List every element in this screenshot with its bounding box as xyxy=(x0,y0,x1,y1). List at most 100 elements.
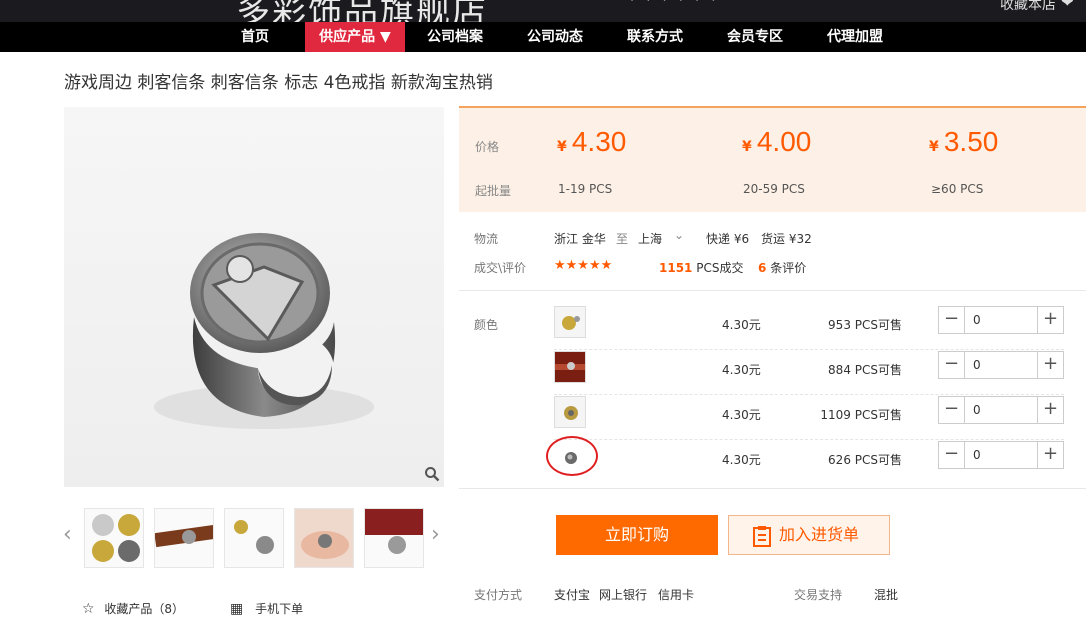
variant-row: 4.30元 1109 PCS可售 − 0 + xyxy=(554,396,1064,440)
shop-name: 多彩饰品旗舰店 xyxy=(236,0,488,22)
currency-symbol: ¥ xyxy=(742,139,752,155)
trade-support-value: 混批 xyxy=(874,588,899,602)
variant-stock: 626 PCS可售 xyxy=(828,453,902,467)
thumbnail-1-image xyxy=(92,514,140,562)
add-to-cart-label: 加入进货单 xyxy=(779,525,860,544)
nav-company-profile[interactable]: 公司档案 xyxy=(420,22,490,52)
rating-stars: ★★★★★ xyxy=(554,258,613,273)
quantity-input[interactable]: 0 xyxy=(973,313,981,327)
thumbnail-prev-arrow[interactable]: ‹ xyxy=(63,522,72,547)
increase-button[interactable]: + xyxy=(1037,442,1063,468)
ring-illustration xyxy=(154,233,374,429)
variant-stock: 884 PCS可售 xyxy=(828,363,902,377)
nav-company-news[interactable]: 公司动态 xyxy=(520,22,590,52)
favorite-shop-link[interactable]: 收藏本店 xyxy=(1000,0,1056,14)
deals-count: 1151 xyxy=(659,261,693,275)
decrease-button[interactable]: − xyxy=(939,397,965,423)
payment-method-alipay: 支付宝 xyxy=(554,588,591,602)
banner-decoration: · · · · · · xyxy=(630,0,720,9)
mobile-order-label: 手机下单 xyxy=(255,602,304,616)
variant-thumbnail[interactable] xyxy=(554,306,586,338)
chevron-down-icon[interactable]: ⌄ xyxy=(674,228,684,242)
variant-row: 4.30元 884 PCS可售 − 0 + xyxy=(554,351,1064,395)
payment-label: 支付方式 xyxy=(474,588,523,602)
quantity-input[interactable]: 0 xyxy=(973,403,981,417)
variant-thumbnail[interactable] xyxy=(554,351,586,383)
nav-products[interactable]: 供应产品 ▼ xyxy=(305,22,405,52)
reviews-suffix: 条评价 xyxy=(770,261,807,275)
variant-thumbnail[interactable] xyxy=(554,396,586,428)
payment-method-bank: 网上银行 xyxy=(599,588,648,602)
thumbnail-5[interactable] xyxy=(364,508,424,568)
nav-home[interactable]: 首页 xyxy=(222,22,288,52)
price-label: 价格 xyxy=(475,140,500,154)
variant-stock: 1109 PCS可售 xyxy=(820,408,902,422)
color-label: 颜色 xyxy=(474,318,499,332)
variant-price: 4.30元 xyxy=(722,318,761,332)
variant-price: 4.30元 xyxy=(722,408,761,422)
section-divider xyxy=(459,290,1086,291)
thumbnail-2-image xyxy=(155,524,213,548)
zoom-icon[interactable] xyxy=(424,466,440,482)
quantity-input[interactable]: 0 xyxy=(973,358,981,372)
heart-icon[interactable]: ❤ xyxy=(1061,0,1074,11)
variant-2-image xyxy=(555,352,585,382)
thumbnail-3-image xyxy=(234,520,274,554)
thumbnail-1[interactable] xyxy=(84,508,144,568)
add-to-cart-button[interactable]: 加入进货单 xyxy=(728,515,890,555)
highlight-circle-annotation xyxy=(546,436,598,476)
price-box: 价格 起批量 ¥ 4.30 1-19 PCS ¥ 4.00 20-59 PCS … xyxy=(459,106,1086,212)
qr-code-icon: ▦ xyxy=(230,601,244,617)
section-divider xyxy=(459,488,1086,489)
logistics-destination-select[interactable]: 上海 xyxy=(638,230,662,247)
nav-members[interactable]: 会员专区 xyxy=(720,22,790,52)
tier-price: 4.30 xyxy=(571,126,627,157)
variant-stock: 953 PCS可售 xyxy=(828,318,902,332)
thumbnail-4[interactable] xyxy=(294,508,354,568)
freight-fee: 货运 ¥32 xyxy=(761,232,812,246)
logistics-to-word: 至 xyxy=(616,232,629,246)
tier-price: 4.00 xyxy=(756,126,812,157)
deals-count-suffix: PCS成交 xyxy=(696,261,744,275)
tier-range: 1-19 PCS xyxy=(558,182,613,196)
reviews-line[interactable]: 6 条评价 xyxy=(758,259,806,276)
variant-1-image xyxy=(555,307,585,337)
mobile-order-link[interactable]: ▦ 手机下单 xyxy=(230,600,303,617)
payment-method-credit: 信用卡 xyxy=(658,588,695,602)
currency-symbol: ¥ xyxy=(557,139,567,155)
nav-contact[interactable]: 联系方式 xyxy=(620,22,690,52)
thumbnail-next-arrow[interactable]: › xyxy=(431,522,440,547)
decrease-button[interactable]: − xyxy=(939,442,965,468)
favorite-product-link[interactable]: ☆ 收藏产品（8） xyxy=(82,600,184,617)
price-tier-3: ¥ 3.50 xyxy=(929,126,998,158)
product-main-image[interactable] xyxy=(64,107,444,487)
quantity-input[interactable]: 0 xyxy=(973,448,981,462)
nav-agent[interactable]: 代理加盟 xyxy=(820,22,890,52)
decrease-button[interactable]: − xyxy=(939,307,965,333)
variant-row: 4.30元 626 PCS可售 − 0 + xyxy=(554,441,1064,485)
favorite-product-label: 收藏产品（8） xyxy=(104,602,185,616)
price-tier-2: ¥ 4.00 xyxy=(742,126,811,158)
increase-button[interactable]: + xyxy=(1037,352,1063,378)
shop-banner: 多彩饰品旗舰店 · · · · · · 收藏本店 ❤ xyxy=(0,0,1086,22)
express-fee: 快递 ¥6 xyxy=(706,232,750,246)
currency-symbol: ¥ xyxy=(929,139,939,155)
main-nav: 首页 供应产品 ▼ 公司档案 公司动态 联系方式 会员专区 代理加盟 xyxy=(0,22,1086,52)
price-tier-1: ¥ 4.30 xyxy=(557,126,626,158)
decrease-button[interactable]: − xyxy=(939,352,965,378)
buy-now-button[interactable]: 立即订购 xyxy=(556,515,718,555)
increase-button[interactable]: + xyxy=(1037,397,1063,423)
tier-range: ≥60 PCS xyxy=(931,182,984,196)
increase-button[interactable]: + xyxy=(1037,307,1063,333)
star-outline-icon: ☆ xyxy=(82,601,95,617)
thumbnail-4-image xyxy=(295,509,353,567)
quantity-stepper: − 0 + xyxy=(938,351,1064,379)
deals-count-line: 1151 PCS成交 xyxy=(659,259,743,276)
deals-label: 成交\评价 xyxy=(474,261,527,275)
clipboard-icon xyxy=(753,526,771,547)
thumbnail-3[interactable] xyxy=(224,508,284,568)
thumbnail-2[interactable] xyxy=(154,508,214,568)
tier-range: 20-59 PCS xyxy=(743,182,805,196)
variant-price: 4.30元 xyxy=(722,453,761,467)
product-title: 游戏周边 刺客信条 刺客信条 标志 4色戒指 新款淘宝热销 xyxy=(64,73,493,93)
